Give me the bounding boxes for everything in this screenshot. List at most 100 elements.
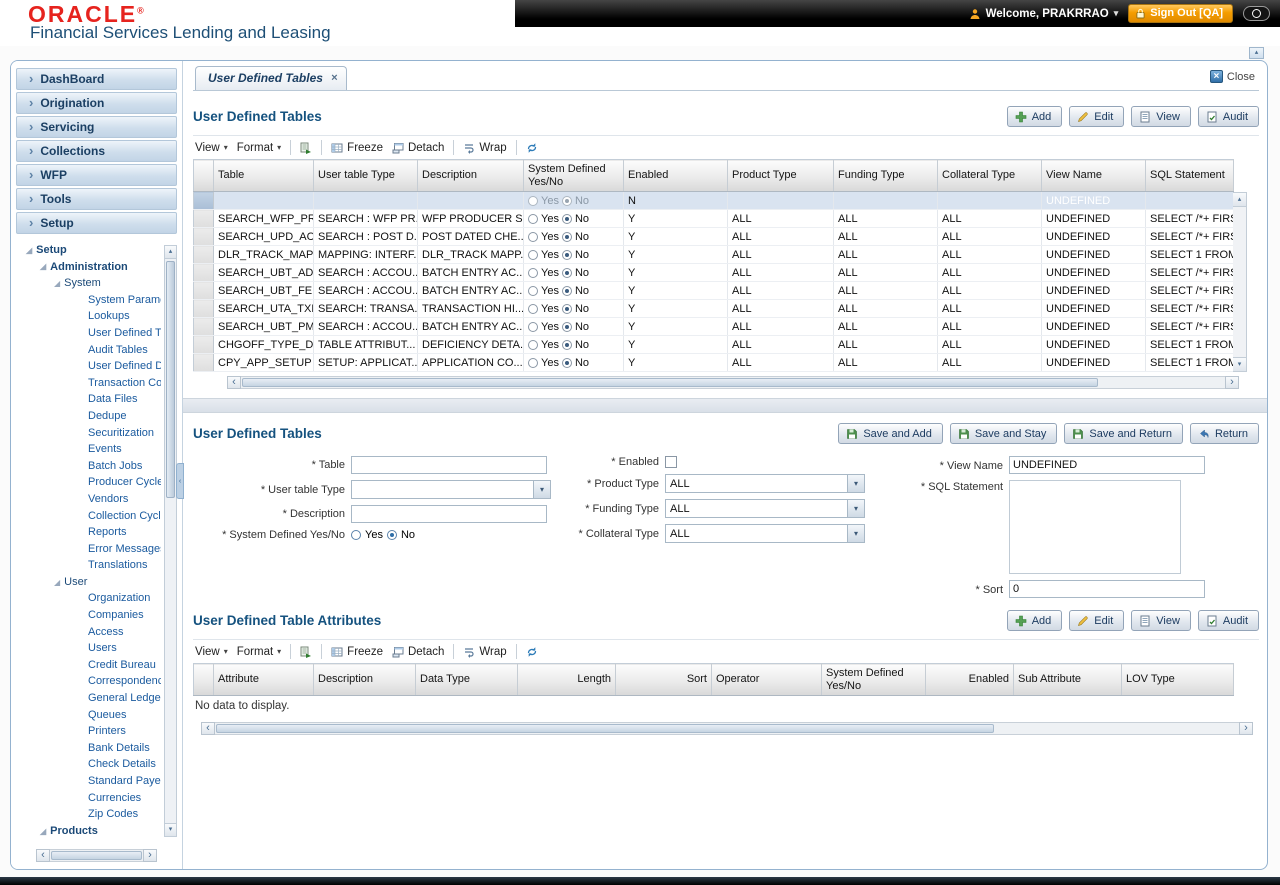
- scroll-thumb[interactable]: [242, 378, 1098, 387]
- row-selector[interactable]: [194, 210, 214, 228]
- table-row[interactable]: CHGOFF_TYPE_D... TABLE ATTRIBUT... DEFIC…: [194, 336, 1234, 354]
- scroll-down-button[interactable]: [1233, 357, 1246, 371]
- collateral-type-select[interactable]: ALL: [665, 524, 865, 543]
- edit-button[interactable]: Edit: [1069, 610, 1124, 631]
- tree-vertical-scrollbar[interactable]: [164, 245, 177, 837]
- freeze-button[interactable]: Freeze: [331, 142, 383, 154]
- scroll-thumb[interactable]: [166, 261, 175, 498]
- scroll-up-button[interactable]: [165, 246, 176, 259]
- tab-close-icon[interactable]: [331, 73, 337, 83]
- tree-item-general-ledger[interactable]: General Ledger: [18, 690, 161, 707]
- col-system-defined[interactable]: System Defined Yes/No: [822, 664, 926, 696]
- sidebar-item-dashboard[interactable]: DashBoard: [16, 68, 177, 90]
- close-control[interactable]: Close: [1210, 70, 1255, 83]
- table-row[interactable]: SEARCH_UBT_FEE... SEARCH : ACCOU... BATC…: [194, 282, 1234, 300]
- radio-no[interactable]: [562, 268, 572, 278]
- tree-item-zip-codes[interactable]: Zip Codes: [18, 806, 161, 823]
- row-selector[interactable]: [194, 318, 214, 336]
- row-selector[interactable]: [194, 336, 214, 354]
- scroll-left-button[interactable]: [36, 849, 50, 862]
- tree-item-credit-bureau[interactable]: Credit Bureau: [18, 657, 161, 674]
- export-button[interactable]: [300, 142, 312, 154]
- refresh-button[interactable]: [526, 646, 538, 658]
- col-enabled[interactable]: Enabled: [926, 664, 1014, 696]
- description-field[interactable]: [351, 505, 547, 523]
- tree-item-audit-tables[interactable]: Audit Tables: [18, 342, 161, 359]
- radio-no[interactable]: [387, 530, 397, 540]
- save-and-return-button[interactable]: Save and Return: [1064, 423, 1183, 444]
- radio-no[interactable]: [562, 214, 572, 224]
- row-selector[interactable]: [194, 354, 214, 372]
- accessibility-icon[interactable]: [1243, 6, 1270, 21]
- col-description[interactable]: Description: [314, 664, 416, 696]
- table-row[interactable]: SEARCH_UBT_AD... SEARCH : ACCOU... BATCH…: [194, 264, 1234, 282]
- view-menu[interactable]: View: [195, 142, 228, 154]
- sidebar-item-tools[interactable]: Tools: [16, 188, 177, 210]
- scroll-track[interactable]: [241, 376, 1225, 389]
- view-name-field[interactable]: [1009, 456, 1205, 474]
- col-lov-type[interactable]: LOV Type: [1122, 664, 1234, 696]
- product-type-select[interactable]: ALL: [665, 474, 865, 493]
- attributes-horizontal-scrollbar[interactable]: [201, 721, 1253, 736]
- sidebar-item-collections[interactable]: Collections: [16, 140, 177, 162]
- table-row[interactable]: SEARCH_UPD_AC... SEARCH : POST D... POST…: [194, 228, 1234, 246]
- radio-yes[interactable]: [528, 322, 538, 332]
- tree-item-reports[interactable]: Reports: [18, 524, 161, 541]
- tree-item-access[interactable]: Access: [18, 624, 161, 641]
- tree-item-collection-cycles[interactable]: Collection Cycle: [18, 508, 161, 525]
- save-and-add-button[interactable]: Save and Add: [838, 423, 943, 444]
- col-table[interactable]: Table: [214, 160, 314, 192]
- tree-node-administration[interactable]: Administration: [18, 259, 161, 276]
- col-funding-type[interactable]: Funding Type: [834, 160, 938, 192]
- tree-item-user-defined-defaults[interactable]: User Defined De: [18, 358, 161, 375]
- grid-vertical-scrollbar[interactable]: [1233, 192, 1247, 372]
- tree-item-system-parameters[interactable]: System Paramet: [18, 292, 161, 309]
- scroll-track[interactable]: [1233, 207, 1246, 357]
- radio-yes[interactable]: [528, 268, 538, 278]
- radio-yes[interactable]: [528, 286, 538, 296]
- scroll-track[interactable]: [215, 722, 1239, 735]
- enabled-checkbox[interactable]: [665, 456, 677, 468]
- col-sub-attribute[interactable]: Sub Attribute: [1014, 664, 1122, 696]
- scroll-right-button[interactable]: [143, 849, 157, 862]
- audit-button[interactable]: Audit: [1198, 610, 1259, 631]
- export-button[interactable]: [300, 646, 312, 658]
- radio-no[interactable]: [562, 250, 572, 260]
- view-menu[interactable]: View: [195, 646, 228, 658]
- tree-item-queues[interactable]: Queues: [18, 707, 161, 724]
- user-menu[interactable]: Welcome, PRAKRRAO: [969, 8, 1119, 20]
- tab-user-defined-tables[interactable]: User Defined Tables: [195, 66, 347, 90]
- tree-node-user[interactable]: User: [18, 574, 161, 591]
- scroll-thumb[interactable]: [51, 851, 142, 860]
- table-row[interactable]: SEARCH_WFP_PR... SEARCH : WFP PR... WFP …: [194, 210, 1234, 228]
- tree-item-error-messages[interactable]: Error Messages: [18, 541, 161, 558]
- tree-item-check-details[interactable]: Check Details: [18, 756, 161, 773]
- scroll-right-button[interactable]: [1225, 376, 1239, 389]
- funding-type-select[interactable]: ALL: [665, 499, 865, 518]
- col-product-type[interactable]: Product Type: [728, 160, 834, 192]
- row-selector[interactable]: [194, 282, 214, 300]
- radio-yes[interactable]: [528, 214, 538, 224]
- tree-item-correspondence[interactable]: Correspondence: [18, 673, 161, 690]
- table-field[interactable]: [351, 456, 547, 474]
- table-row[interactable]: CPY_APP_SETUP SETUP: APPLICAT... APPLICA…: [194, 354, 1234, 372]
- row-selector[interactable]: [194, 192, 214, 210]
- view-button[interactable]: View: [1131, 610, 1191, 631]
- sidebar-item-wfp[interactable]: WFP: [16, 164, 177, 186]
- col-length[interactable]: Length: [518, 664, 616, 696]
- save-and-stay-button[interactable]: Save and Stay: [950, 423, 1058, 444]
- scroll-down-button[interactable]: [165, 823, 176, 836]
- tree-item-events[interactable]: Events: [18, 441, 161, 458]
- scroll-track[interactable]: [50, 849, 143, 862]
- radio-yes[interactable]: [528, 304, 538, 314]
- scroll-thumb[interactable]: [216, 724, 994, 733]
- sidebar-horizontal-scrollbar[interactable]: [36, 848, 157, 863]
- row-selector[interactable]: [194, 300, 214, 318]
- tree-item-bank-details[interactable]: Bank Details: [18, 740, 161, 757]
- radio-no[interactable]: [562, 232, 572, 242]
- sql-statement-field[interactable]: [1009, 480, 1181, 574]
- row-selector[interactable]: [194, 246, 214, 264]
- tree-node-products[interactable]: Products: [18, 823, 161, 840]
- grid-horizontal-scrollbar[interactable]: [227, 375, 1239, 390]
- sidebar-item-setup[interactable]: Setup: [16, 212, 177, 234]
